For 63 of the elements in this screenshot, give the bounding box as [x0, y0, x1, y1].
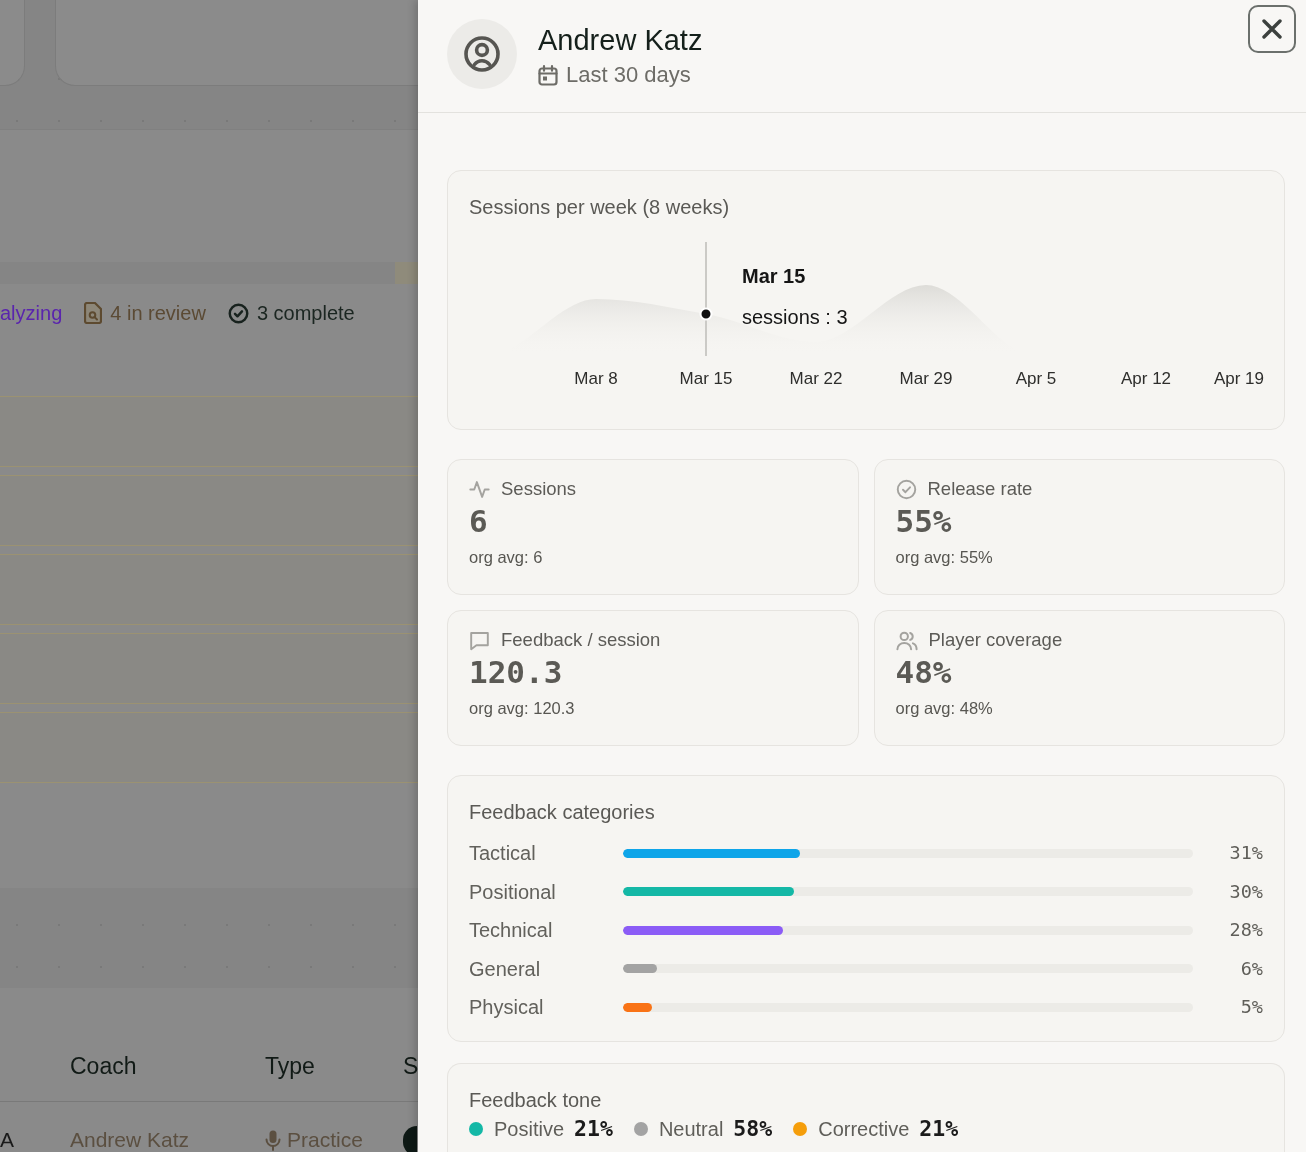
calendar-icon: [538, 64, 558, 86]
date-range-label: Last 30 days: [566, 61, 691, 89]
tone-label: Corrective: [818, 1117, 910, 1141]
stat-label: Feedback / session: [501, 629, 661, 651]
axis-label: Mar 29: [899, 369, 953, 388]
close-icon: [1262, 19, 1282, 39]
close-button[interactable]: [1248, 5, 1296, 53]
stat-label: Release rate: [927, 478, 1033, 500]
stat-label: Sessions: [501, 478, 577, 500]
tooltip-value: sessions : 3: [742, 306, 848, 328]
column-header: Coach: [70, 1053, 137, 1079]
tone-value: 21%: [574, 1117, 613, 1141]
category-label: Physical: [469, 995, 544, 1020]
stat-value: 120.3: [469, 654, 563, 690]
percent-reading: 31%: [1229, 842, 1263, 865]
stat-note: org avg: 55%: [895, 547, 993, 567]
stat-value: 48%: [895, 654, 952, 690]
stat-note: org avg: 120.3: [469, 698, 575, 718]
microphone-icon: [265, 1129, 281, 1151]
axis-label: Apr 19: [1213, 369, 1264, 388]
axis-label: Mar 8: [574, 369, 618, 388]
axis-label: Apr 5: [1015, 369, 1057, 388]
status-label: alyzing: [0, 301, 63, 325]
pulse-icon: [469, 478, 490, 500]
category-label: Positional: [469, 879, 556, 904]
stat-value: 55%: [895, 503, 952, 539]
status-label: 3 complete: [256, 301, 355, 325]
tone-label: Positive: [494, 1117, 565, 1141]
stat-value: 6: [469, 503, 488, 539]
stat-note: org avg: 48%: [895, 698, 993, 718]
users-icon: [895, 629, 918, 651]
chat-icon: [469, 629, 490, 651]
stat-label: Player coverage: [928, 629, 1063, 651]
stat-note: org avg: 6: [469, 547, 543, 567]
axis-label: Mar 15: [679, 369, 733, 388]
avatar-icon: [447, 19, 517, 89]
check-circle-icon: [895, 478, 917, 500]
axis-label: Mar 22: [789, 369, 843, 388]
tooltip-title: Mar 15: [742, 265, 806, 287]
category-label: Technical: [469, 918, 553, 943]
person-name: Andrew Katz: [538, 23, 703, 58]
table-cell: Andrew Katz: [70, 1128, 190, 1151]
table-cell: A: [0, 1128, 14, 1151]
axis-label: Apr 12: [1120, 369, 1172, 388]
category-label: Tactical: [469, 841, 536, 866]
percent-reading: 6%: [1240, 957, 1263, 980]
column-header: Type: [265, 1052, 315, 1080]
table-cell: Practice: [287, 1129, 363, 1151]
check-circle-icon: [227, 302, 249, 324]
column-header: S: [403, 1053, 418, 1079]
document-search-icon: [84, 302, 103, 324]
tone-label: Neutral: [658, 1117, 724, 1141]
percent-reading: 5%: [1240, 996, 1263, 1019]
chart-title: Sessions per week (8 weeks): [469, 195, 730, 219]
status-label: 4 in review: [110, 301, 206, 325]
tone-value: 58%: [733, 1117, 773, 1141]
tone-value: 21%: [919, 1117, 959, 1141]
percent-reading: 30%: [1229, 880, 1263, 903]
card-title: Feedback tone: [469, 1088, 602, 1112]
percent-reading: 28%: [1229, 919, 1263, 942]
data-point: [699, 307, 713, 321]
card-title: Feedback categories: [469, 800, 655, 824]
category-label: General: [469, 956, 541, 981]
